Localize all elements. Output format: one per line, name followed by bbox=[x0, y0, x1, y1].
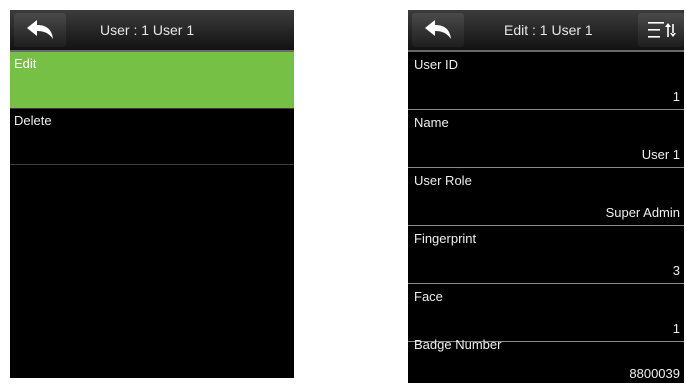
back-arrow-icon bbox=[27, 20, 53, 39]
title-bar: Edit : 1 User 1 bbox=[408, 10, 684, 50]
field-value: User 1 bbox=[641, 147, 680, 162]
sort-menu-icon bbox=[648, 22, 676, 38]
menu-item-edit[interactable]: Edit bbox=[10, 52, 294, 109]
screen-title: User : 1 User 1 bbox=[100, 22, 195, 38]
field-user-role[interactable]: User Role Super Admin bbox=[408, 168, 684, 226]
field-user-id[interactable]: User ID 1 bbox=[408, 52, 684, 110]
edit-user-screen: Edit : 1 User 1 User ID 1 Name User 1 Us… bbox=[408, 10, 684, 383]
screen-title: Edit : 1 User 1 bbox=[504, 22, 593, 38]
back-button[interactable] bbox=[412, 13, 464, 47]
field-value: 1 bbox=[672, 89, 680, 104]
menu-item-label: Edit bbox=[14, 56, 37, 71]
menu-item-delete[interactable]: Delete bbox=[10, 109, 294, 165]
field-value: 8800039 bbox=[629, 366, 680, 381]
sort-menu-button[interactable] bbox=[638, 13, 684, 47]
field-value: 3 bbox=[672, 263, 680, 278]
user-options-screen: User : 1 User 1 Edit Delete bbox=[10, 10, 294, 378]
field-label: Badge Number bbox=[414, 337, 502, 352]
field-fingerprint[interactable]: Fingerprint 3 bbox=[408, 226, 684, 284]
back-arrow-icon bbox=[425, 20, 451, 39]
field-label: Name bbox=[414, 115, 449, 130]
title-bar: User : 1 User 1 bbox=[10, 10, 294, 50]
menu-item-label: Delete bbox=[14, 113, 52, 128]
field-value: Super Admin bbox=[605, 205, 680, 220]
field-label: Fingerprint bbox=[414, 231, 477, 246]
field-name[interactable]: Name User 1 bbox=[408, 110, 684, 168]
field-badge-number[interactable]: Badge Number 8800039 bbox=[408, 332, 684, 383]
back-button[interactable] bbox=[14, 13, 66, 47]
field-label: User ID bbox=[414, 57, 459, 72]
field-label: Face bbox=[414, 289, 443, 304]
field-label: User Role bbox=[414, 173, 472, 188]
